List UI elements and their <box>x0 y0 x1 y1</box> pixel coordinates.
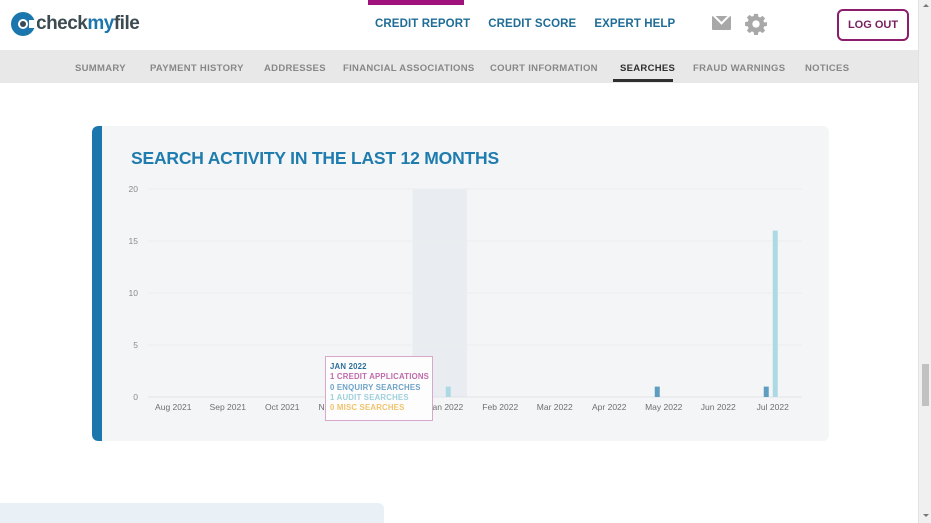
report-section-tabs: SUMMARY PAYMENT HISTORY ADDRESSES FINANC… <box>0 50 918 83</box>
active-tab-underline <box>613 79 673 82</box>
x-tick-label: Jun 2022 <box>701 402 736 412</box>
y-tick-label: 20 <box>129 184 139 194</box>
tab-payment-history[interactable]: PAYMENT HISTORY <box>150 63 244 74</box>
bar-enquiry-searches[interactable] <box>654 386 660 397</box>
checkmyfile-logo[interactable]: checkmyfile <box>11 12 140 36</box>
x-tick-label: May 2022 <box>645 402 683 412</box>
tab-notices[interactable]: NOTICES <box>805 63 849 74</box>
scroll-thumb[interactable] <box>922 364 929 406</box>
bar-enquiry-searches[interactable] <box>763 386 769 397</box>
gear-icon[interactable] <box>745 13 767 35</box>
log-out-button[interactable]: LOG OUT <box>837 9 909 41</box>
mail-icon[interactable] <box>712 16 731 30</box>
x-tick-label: Apr 2022 <box>592 402 627 412</box>
page-scrollbar[interactable] <box>918 0 931 523</box>
logo-text-check: check <box>36 13 88 34</box>
next-section-panel <box>0 503 384 523</box>
search-activity-chart: 05101520Aug 2021Sep 2021Oct 2021Nov 2021… <box>129 184 802 412</box>
active-nav-indicator <box>368 0 464 5</box>
y-tick-label: 0 <box>133 392 138 402</box>
tab-court-information[interactable]: COURT INFORMATION <box>490 63 598 74</box>
bar-audit-searches[interactable] <box>772 230 778 397</box>
bar-audit-searches[interactable] <box>445 386 451 397</box>
y-tick-label: 15 <box>129 236 139 246</box>
x-tick-label: Jan 2022 <box>428 402 463 412</box>
nav-expert-help[interactable]: EXPERT HELP <box>594 18 675 30</box>
nav-credit-score[interactable]: CREDIT SCORE <box>488 18 576 30</box>
header: checkmyfile CREDIT REPORT CREDIT SCORE E… <box>0 0 918 50</box>
logo-text-my: my <box>87 13 114 34</box>
page: checkmyfile CREDIT REPORT CREDIT SCORE E… <box>0 0 918 523</box>
logo-text: checkmyfile <box>36 13 140 35</box>
y-tick-label: 5 <box>133 340 138 350</box>
tab-fraud-warnings[interactable]: FRAUD WARNINGS <box>693 63 785 74</box>
logo-mark-icon <box>11 12 37 36</box>
top-navigation: CREDIT REPORT CREDIT SCORE EXPERT HELP <box>375 18 675 30</box>
tooltip-month: JAN 2022 <box>330 362 367 371</box>
tab-summary[interactable]: SUMMARY <box>75 63 126 74</box>
x-tick-label: Aug 2021 <box>155 402 192 412</box>
nav-credit-report[interactable]: CREDIT REPORT <box>375 18 470 30</box>
chart-tooltip: JAN 2022 1 CREDIT APPLICATIONS 0 ENQUIRY… <box>325 356 433 421</box>
x-tick-label: Feb 2022 <box>482 402 518 412</box>
search-activity-card: SEARCH ACTIVITY IN THE LAST 12 MONTHS 05… <box>92 126 829 441</box>
x-tick-label: Mar 2022 <box>537 402 573 412</box>
tooltip-audit-searches: 1 AUDIT SEARCHES <box>330 392 409 402</box>
tooltip-enquiry-searches: 0 ENQUIRY SEARCHES <box>330 382 421 392</box>
scroll-up-arrow-icon[interactable] <box>923 4 929 7</box>
tooltip-credit-applications: 1 CREDIT APPLICATIONS <box>330 372 430 382</box>
y-tick-label: 10 <box>129 288 139 298</box>
scroll-down-arrow-icon[interactable] <box>923 514 929 517</box>
x-tick-label: Jul 2022 <box>757 402 789 412</box>
tab-financial-associations[interactable]: FINANCIAL ASSOCIATIONS <box>343 63 475 74</box>
logo-text-file: file <box>113 13 140 34</box>
tab-searches[interactable]: SEARCHES <box>620 63 675 74</box>
x-tick-label: Oct 2021 <box>265 402 300 412</box>
tab-addresses[interactable]: ADDRESSES <box>264 63 326 74</box>
tooltip-misc-searches: 0 MISC SEARCHES <box>330 403 405 413</box>
x-tick-label: Sep 2021 <box>210 402 247 412</box>
